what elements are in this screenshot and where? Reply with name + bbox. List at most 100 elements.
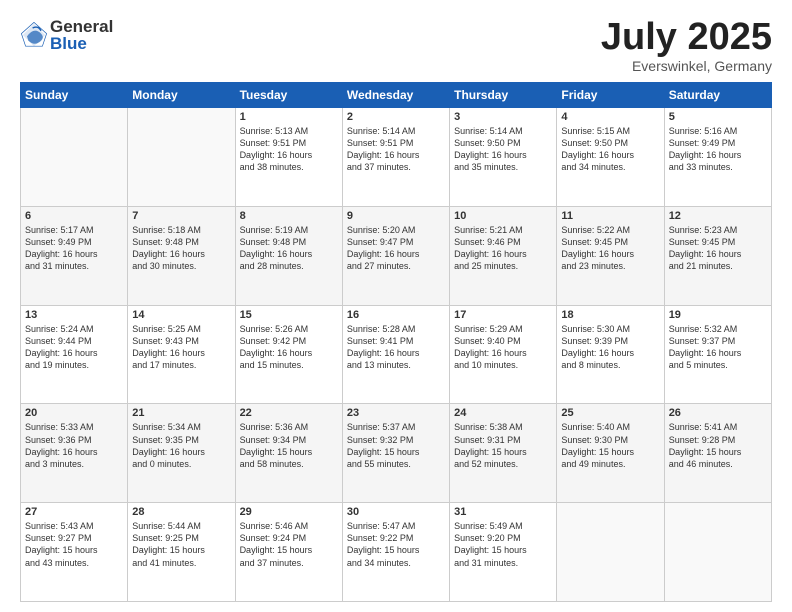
table-row: 18Sunrise: 5:30 AM Sunset: 9:39 PM Dayli…	[557, 305, 664, 404]
day-number: 7	[132, 210, 230, 222]
day-number: 23	[347, 407, 445, 419]
logo-blue: Blue	[50, 35, 113, 52]
table-row: 16 Sunrise: 5:28 AM Sunset: 9:41 PM Dayli…	[342, 305, 449, 404]
col-saturday: Saturday	[664, 83, 771, 108]
logo-icon	[20, 21, 48, 49]
day-info: Sunrise: 5:24 AM Sunset: 9:44 PM Dayligh…	[25, 323, 123, 372]
table-row: 8 Sunrise: 5:19 AM Sunset: 9:48 PM Daylig…	[235, 206, 342, 305]
col-sunday: Sunday	[21, 83, 128, 108]
table-row: 15Sunrise: 5:26 AM Sunset: 9:42 PM Dayli…	[235, 305, 342, 404]
day-info: Sunrise: 5:28 AM Sunset: 9:41 PM Dayligh…	[347, 323, 445, 372]
table-row: 17Sunrise: 5:29 AM Sunset: 9:40 PM Dayli…	[450, 305, 557, 404]
day-number: 2	[347, 111, 445, 123]
table-row	[21, 108, 128, 207]
day-number: 31	[454, 506, 552, 518]
day-info: Sunrise: 5:19 AM Sunset: 9:48 PM Dayligh…	[240, 224, 338, 273]
table-row: 21Sunrise: 5:34 AM Sunset: 9:35 PM Dayli…	[128, 404, 235, 503]
logo-text: General Blue	[50, 18, 113, 52]
day-info: Sunrise: 5:25 AM Sunset: 9:43 PM Dayligh…	[132, 323, 230, 372]
day-number: 20	[25, 407, 123, 419]
header: General Blue July 2025 Everswinkel, Germ…	[20, 18, 772, 74]
day-info: Sunrise: 5:44 AM Sunset: 9:25 PM Dayligh…	[132, 520, 230, 569]
table-row: 23 Sunrise: 5:37 AM Sunset: 9:32 PM Dayli…	[342, 404, 449, 503]
table-row	[128, 108, 235, 207]
day-info: Sunrise: 5:14 AM Sunset: 9:51 PM Dayligh…	[347, 125, 445, 174]
day-number: 30	[347, 506, 445, 518]
day-number: 11	[561, 210, 659, 222]
col-tuesday: Tuesday	[235, 83, 342, 108]
table-row: 30Sunrise: 5:47 AM Sunset: 9:22 PM Dayli…	[342, 503, 449, 602]
day-number: 12	[669, 210, 767, 222]
table-row: 3 Sunrise: 5:14 AM Sunset: 9:50 PM Daylig…	[450, 108, 557, 207]
col-thursday: Thursday	[450, 83, 557, 108]
day-number: 28	[132, 506, 230, 518]
day-number: 4	[561, 111, 659, 123]
day-number: 26	[669, 407, 767, 419]
day-number: 14	[132, 309, 230, 321]
day-number: 29	[240, 506, 338, 518]
day-number: 16	[347, 309, 445, 321]
day-info: Sunrise: 5:20 AM Sunset: 9:47 PM Dayligh…	[347, 224, 445, 273]
calendar: Sunday Monday Tuesday Wednesday Thursday…	[20, 82, 772, 602]
day-number: 24	[454, 407, 552, 419]
day-info: Sunrise: 5:16 AM Sunset: 9:49 PM Dayligh…	[669, 125, 767, 174]
location: Everswinkel, Germany	[601, 58, 772, 74]
day-number: 8	[240, 210, 338, 222]
day-info: Sunrise: 5:38 AM Sunset: 9:31 PM Dayligh…	[454, 421, 552, 470]
day-info: Sunrise: 5:23 AM Sunset: 9:45 PM Dayligh…	[669, 224, 767, 273]
day-info: Sunrise: 5:18 AM Sunset: 9:48 PM Dayligh…	[132, 224, 230, 273]
day-info: Sunrise: 5:34 AM Sunset: 9:35 PM Dayligh…	[132, 421, 230, 470]
table-row: 4 Sunrise: 5:15 AM Sunset: 9:50 PM Daylig…	[557, 108, 664, 207]
day-info: Sunrise: 5:37 AM Sunset: 9:32 PM Dayligh…	[347, 421, 445, 470]
day-number: 3	[454, 111, 552, 123]
day-number: 17	[454, 309, 552, 321]
day-info: Sunrise: 5:14 AM Sunset: 9:50 PM Dayligh…	[454, 125, 552, 174]
table-row: 29Sunrise: 5:46 AM Sunset: 9:24 PM Dayli…	[235, 503, 342, 602]
day-number: 18	[561, 309, 659, 321]
table-row: 1Sunrise: 5:13 AM Sunset: 9:51 PM Daylig…	[235, 108, 342, 207]
day-number: 5	[669, 111, 767, 123]
day-number: 10	[454, 210, 552, 222]
table-row: 20Sunrise: 5:33 AM Sunset: 9:36 PM Dayli…	[21, 404, 128, 503]
calendar-week-row: 6 Sunrise: 5:17 AM Sunset: 9:49 PM Daylig…	[21, 206, 772, 305]
table-row: 12 Sunrise: 5:23 AM Sunset: 9:45 PM Dayli…	[664, 206, 771, 305]
calendar-header-row: Sunday Monday Tuesday Wednesday Thursday…	[21, 83, 772, 108]
logo: General Blue	[20, 18, 113, 52]
day-info: Sunrise: 5:13 AM Sunset: 9:51 PM Dayligh…	[240, 125, 338, 174]
table-row: 19 Sunrise: 5:32 AM Sunset: 9:37 PM Dayli…	[664, 305, 771, 404]
col-friday: Friday	[557, 83, 664, 108]
table-row	[557, 503, 664, 602]
table-row: 13 Sunrise: 5:24 AM Sunset: 9:44 PM Dayli…	[21, 305, 128, 404]
day-number: 6	[25, 210, 123, 222]
table-row: 2 Sunrise: 5:14 AM Sunset: 9:51 PM Daylig…	[342, 108, 449, 207]
table-row: 31Sunrise: 5:49 AM Sunset: 9:20 PM Dayli…	[450, 503, 557, 602]
table-row: 22Sunrise: 5:36 AM Sunset: 9:34 PM Dayli…	[235, 404, 342, 503]
day-number: 27	[25, 506, 123, 518]
day-number: 9	[347, 210, 445, 222]
table-row: 27Sunrise: 5:43 AM Sunset: 9:27 PM Dayli…	[21, 503, 128, 602]
day-number: 13	[25, 309, 123, 321]
day-info: Sunrise: 5:40 AM Sunset: 9:30 PM Dayligh…	[561, 421, 659, 470]
table-row: 5 Sunrise: 5:16 AM Sunset: 9:49 PM Daylig…	[664, 108, 771, 207]
calendar-week-row: 27Sunrise: 5:43 AM Sunset: 9:27 PM Dayli…	[21, 503, 772, 602]
calendar-week-row: 20Sunrise: 5:33 AM Sunset: 9:36 PM Dayli…	[21, 404, 772, 503]
day-info: Sunrise: 5:36 AM Sunset: 9:34 PM Dayligh…	[240, 421, 338, 470]
table-row: 7 Sunrise: 5:18 AM Sunset: 9:48 PM Daylig…	[128, 206, 235, 305]
logo-general: General	[50, 18, 113, 35]
table-row: 25Sunrise: 5:40 AM Sunset: 9:30 PM Dayli…	[557, 404, 664, 503]
day-info: Sunrise: 5:22 AM Sunset: 9:45 PM Dayligh…	[561, 224, 659, 273]
day-info: Sunrise: 5:32 AM Sunset: 9:37 PM Dayligh…	[669, 323, 767, 372]
table-row	[664, 503, 771, 602]
table-row: 26Sunrise: 5:41 AM Sunset: 9:28 PM Dayli…	[664, 404, 771, 503]
day-number: 19	[669, 309, 767, 321]
table-row: 14 Sunrise: 5:25 AM Sunset: 9:43 PM Dayli…	[128, 305, 235, 404]
day-info: Sunrise: 5:17 AM Sunset: 9:49 PM Dayligh…	[25, 224, 123, 273]
col-wednesday: Wednesday	[342, 83, 449, 108]
table-row: 9 Sunrise: 5:20 AM Sunset: 9:47 PM Daylig…	[342, 206, 449, 305]
day-info: Sunrise: 5:26 AM Sunset: 9:42 PM Dayligh…	[240, 323, 338, 372]
table-row: 6 Sunrise: 5:17 AM Sunset: 9:49 PM Daylig…	[21, 206, 128, 305]
table-row: 11 Sunrise: 5:22 AM Sunset: 9:45 PM Dayli…	[557, 206, 664, 305]
table-row: 24 Sunrise: 5:38 AM Sunset: 9:31 PM Dayli…	[450, 404, 557, 503]
col-monday: Monday	[128, 83, 235, 108]
day-info: Sunrise: 5:15 AM Sunset: 9:50 PM Dayligh…	[561, 125, 659, 174]
